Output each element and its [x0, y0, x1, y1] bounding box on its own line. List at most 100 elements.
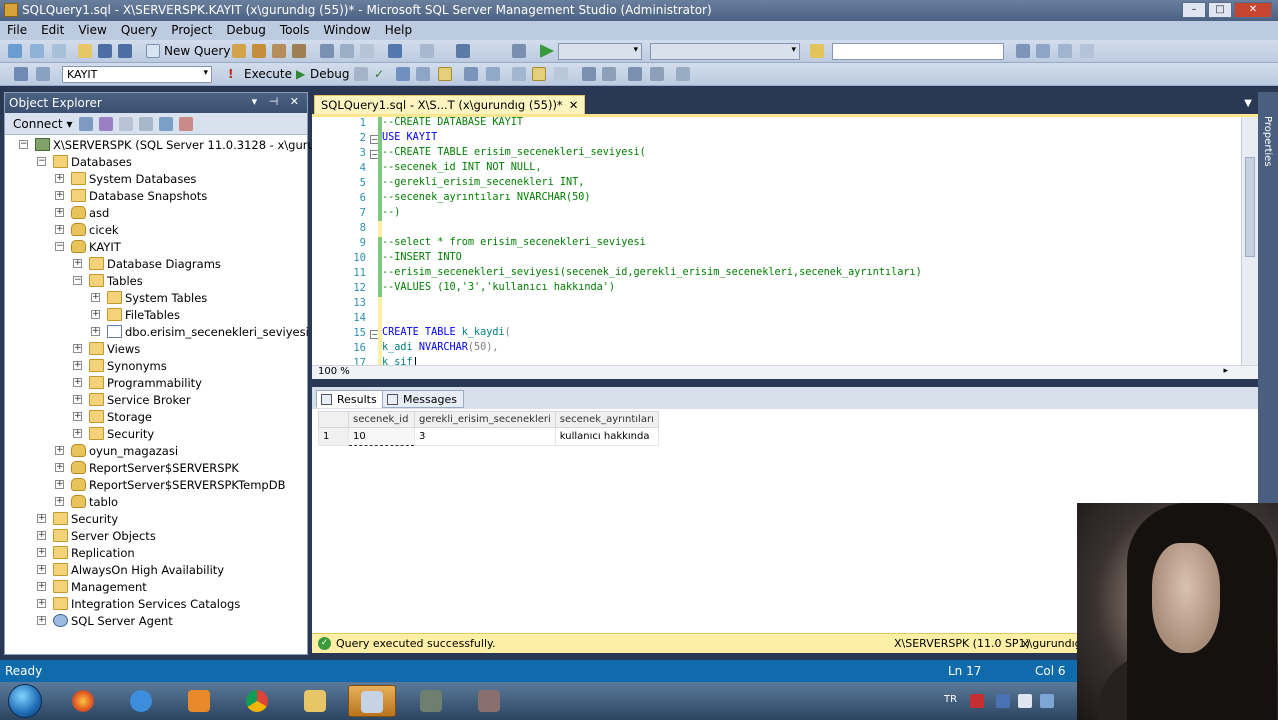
tree-node[interactable]: + FileTables — [5, 307, 305, 324]
code-line[interactable]: CREATE TABLE k_kaydi( — [382, 327, 511, 338]
taskbar-explorer[interactable] — [292, 685, 340, 717]
cut-icon[interactable] — [320, 44, 334, 58]
tree-node[interactable]: + Synonyms — [5, 358, 305, 375]
client-statistics-icon[interactable] — [486, 67, 500, 81]
results-to-grid-icon[interactable] — [532, 67, 546, 81]
expand-icon[interactable]: + — [55, 225, 64, 234]
grid-cell[interactable]: 3 — [414, 427, 556, 446]
tree-node[interactable]: + dbo.erisim_secenekleri_seviyesi — [5, 324, 309, 341]
expand-icon[interactable]: + — [37, 565, 46, 574]
code-line[interactable]: --secenek_id INT NOT NULL, — [382, 162, 541, 173]
parse-icon[interactable]: ✓ — [374, 67, 384, 81]
menu-edit[interactable]: Edit — [34, 21, 71, 40]
find-in-files-icon[interactable] — [810, 44, 824, 58]
include-plan-icon[interactable] — [464, 67, 478, 81]
results-to-text-icon[interactable] — [512, 67, 526, 81]
code-line[interactable]: USE KAYIT — [382, 132, 437, 143]
new-file-icon[interactable] — [52, 44, 66, 58]
panel-controls[interactable]: ▾ ⊣ ✕ — [252, 95, 303, 108]
tree-node[interactable]: + Security — [5, 426, 305, 443]
grid-corner[interactable] — [318, 411, 349, 428]
expand-icon[interactable]: + — [55, 480, 64, 489]
editor-vertical-scrollbar[interactable] — [1241, 117, 1258, 365]
mdx-query-icon[interactable] — [272, 44, 286, 58]
results-to-file-icon[interactable] — [554, 67, 568, 81]
query-designer-icon[interactable] — [416, 67, 430, 81]
analysis-query-icon[interactable] — [252, 44, 266, 58]
scroll-thumb[interactable] — [1245, 157, 1255, 257]
expand-icon[interactable]: + — [73, 395, 82, 404]
expand-icon[interactable]: + — [91, 293, 100, 302]
refresh-icon[interactable] — [159, 117, 173, 131]
tree-node[interactable]: + Views — [5, 341, 305, 358]
undo-icon[interactable] — [388, 44, 402, 58]
new-query-icon[interactable] — [146, 44, 160, 58]
minimize-button[interactable]: – — [1182, 2, 1206, 18]
paste-icon[interactable] — [360, 44, 374, 58]
menu-query[interactable]: Query — [114, 21, 164, 40]
query-editor[interactable]: 1 2−3−4 5 6 7 8 9 10 11 12 13 14 15−16 17 --CREATE DA… — [312, 114, 1258, 379]
menu-debug[interactable]: Debug — [219, 21, 272, 40]
tree-node[interactable]: + Server Objects — [5, 528, 305, 545]
find-combo[interactable] — [832, 43, 1004, 60]
disconnect-icon[interactable] — [99, 117, 113, 131]
expand-icon[interactable]: + — [37, 548, 46, 557]
comment-icon[interactable] — [582, 67, 596, 81]
close-tab-icon[interactable]: ✕ — [569, 98, 579, 112]
taskbar-app-2[interactable] — [466, 685, 514, 717]
tree-node[interactable]: + System Tables — [5, 290, 305, 307]
expand-icon[interactable]: + — [73, 361, 82, 370]
tree-node[interactable]: + Programmability — [5, 375, 305, 392]
new-query-button[interactable]: New Query — [164, 44, 230, 58]
tree-node[interactable]: + cicek — [5, 222, 305, 239]
filter-icon[interactable] — [139, 117, 153, 131]
toolbox-icon[interactable] — [1080, 44, 1094, 58]
menu-project[interactable]: Project — [164, 21, 219, 40]
tree-node[interactable]: + Management — [5, 579, 305, 596]
tree-node[interactable]: + System Databases — [5, 171, 305, 188]
column-header[interactable]: secenek_ayrıntıları — [554, 411, 659, 428]
code-line[interactable]: k_adi NVARCHAR(50), — [382, 342, 499, 353]
tray-app-icon[interactable] — [970, 694, 984, 708]
save-icon[interactable] — [98, 44, 112, 58]
taskbar-firefox[interactable] — [60, 685, 108, 717]
decrease-indent-icon[interactable] — [628, 67, 642, 81]
tree-node[interactable]: + Integration Services Catalogs — [5, 596, 305, 613]
code-line[interactable]: --INSERT INTO — [382, 252, 462, 263]
tree-node[interactable]: + tablo — [5, 494, 305, 511]
maximize-button[interactable]: □ — [1208, 2, 1232, 18]
cancel-query-icon[interactable] — [354, 67, 368, 81]
expand-icon[interactable]: + — [73, 259, 82, 268]
expand-icon[interactable]: + — [55, 208, 64, 217]
tray-volume-icon[interactable] — [1018, 694, 1032, 708]
tree-node[interactable]: + ReportServer$SERVERSPKTempDB — [5, 477, 305, 494]
redo-icon[interactable] — [420, 44, 434, 58]
tree-node[interactable]: + oyun_magazasi — [5, 443, 305, 460]
solution-platform-dropdown[interactable]: ▾ — [650, 43, 800, 60]
results-grid[interactable]: secenek_id gerekli_erisim_secenekleri sece… — [318, 411, 659, 446]
expand-icon[interactable]: + — [55, 497, 64, 506]
tree-node[interactable]: + Replication — [5, 545, 305, 562]
expand-icon[interactable]: + — [37, 514, 46, 523]
properties-window-icon[interactable] — [1058, 44, 1072, 58]
code-line[interactable]: --) — [382, 207, 400, 218]
copy-icon[interactable] — [340, 44, 354, 58]
display-plan-icon[interactable] — [396, 67, 410, 81]
tree-node[interactable]: − Tables — [5, 273, 305, 290]
expand-icon[interactable]: + — [55, 463, 64, 472]
specify-template-values-icon[interactable] — [676, 67, 690, 81]
taskbar-media-player[interactable] — [176, 685, 224, 717]
taskbar-chrome[interactable] — [234, 685, 282, 717]
close-window-button[interactable]: ✕ — [1234, 2, 1272, 18]
scroll-right-icon[interactable]: ▸ — [1223, 366, 1228, 376]
solution-config-icon[interactable] — [512, 44, 526, 58]
grid-cell[interactable]: kullanıcı hakkında — [554, 427, 659, 446]
save-all-icon[interactable] — [118, 44, 132, 58]
expand-icon[interactable]: + — [73, 412, 82, 421]
expand-icon[interactable]: + — [91, 327, 100, 336]
tree-node[interactable]: + ReportServer$SERVERSPK — [5, 460, 305, 477]
change-connection-icon[interactable] — [36, 67, 50, 81]
menu-help[interactable]: Help — [378, 21, 419, 40]
add-item-icon[interactable] — [30, 44, 44, 58]
solution-config-dropdown[interactable]: ▾ — [558, 43, 642, 60]
